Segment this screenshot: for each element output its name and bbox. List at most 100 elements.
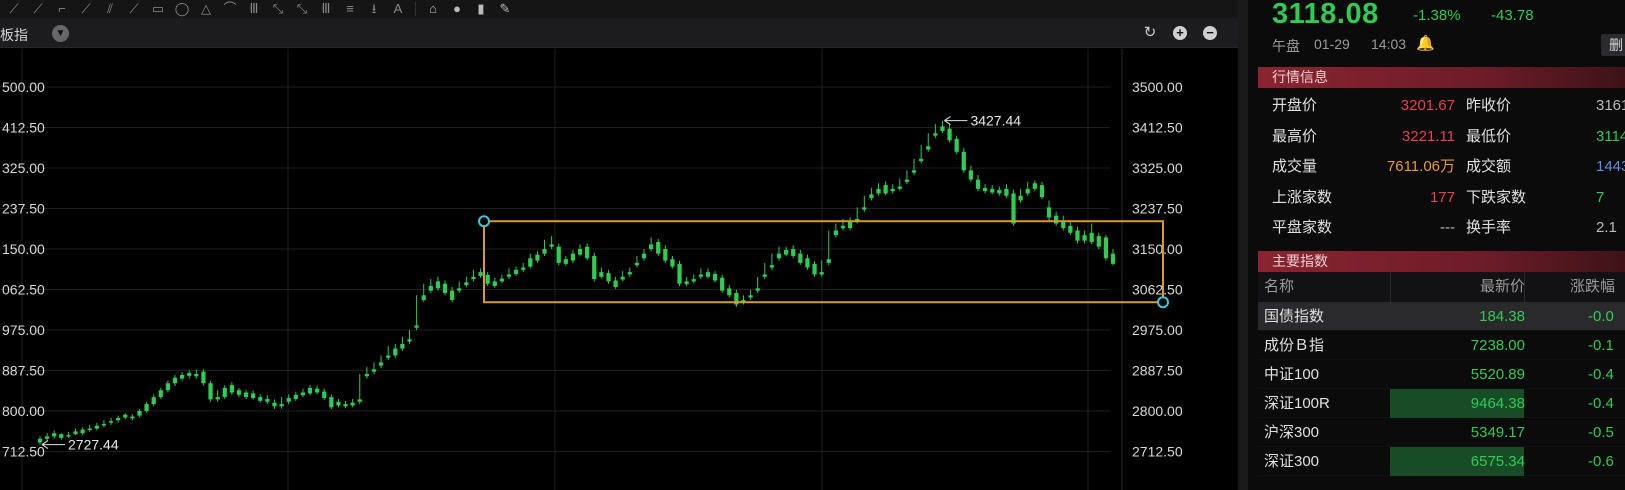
quote-value: 177 bbox=[1429, 188, 1455, 206]
candle-body bbox=[1004, 188, 1009, 196]
index-price: 9464.38 bbox=[1470, 395, 1525, 412]
fibonacci-tool-icon[interactable]: Ⅲ bbox=[244, 1, 264, 17]
y-axis-tick-left: 712.50 bbox=[2, 444, 45, 460]
column-name[interactable]: 名称 bbox=[1264, 272, 1294, 302]
candle-body bbox=[322, 391, 327, 399]
column-change[interactable]: 涨跌幅 bbox=[1570, 272, 1615, 302]
segment-tool-icon[interactable]: ⌐ bbox=[52, 1, 72, 17]
candle-body bbox=[798, 253, 803, 263]
rectangle-tool-icon[interactable]: ▭ bbox=[148, 1, 168, 17]
candle-body bbox=[776, 253, 782, 259]
candle-body bbox=[499, 278, 505, 282]
channel-tool-icon[interactable]: ⫽ bbox=[100, 1, 120, 17]
candle-body bbox=[919, 158, 924, 162]
ray-tool-icon[interactable]: ⟋ bbox=[28, 1, 48, 17]
quote-label: 最低价 bbox=[1466, 127, 1512, 145]
index-row[interactable]: 成份Ｂ指 7238.00 -0.1 bbox=[1258, 331, 1625, 360]
candle-body bbox=[513, 269, 519, 274]
levels-tool-icon[interactable]: ≡ bbox=[340, 1, 360, 17]
candle-body bbox=[847, 221, 853, 229]
candle-body bbox=[968, 170, 974, 180]
quote-value: 3221.11 bbox=[1401, 127, 1455, 145]
circle-tool-icon[interactable]: ◯ bbox=[172, 1, 192, 17]
candle-body bbox=[44, 436, 50, 439]
candle-body bbox=[179, 374, 185, 379]
index-row[interactable]: 深证100R 9464.38 -0.4 bbox=[1258, 389, 1625, 418]
index-name: 中证100 bbox=[1264, 366, 1320, 383]
candle-body bbox=[286, 398, 291, 402]
candle-body bbox=[421, 295, 426, 300]
candle-body bbox=[236, 390, 242, 395]
candle-body bbox=[712, 273, 718, 281]
index-row[interactable]: 国债指数 184.38 -0.0 bbox=[1258, 302, 1625, 331]
arc-tool-icon[interactable]: ⌒ bbox=[220, 1, 240, 17]
candle-body bbox=[258, 397, 263, 401]
candle-body bbox=[961, 151, 966, 171]
candle-body bbox=[1110, 253, 1116, 264]
trading-session: 午盘 bbox=[1272, 38, 1300, 54]
bell-icon[interactable]: 🔔 bbox=[1416, 34, 1435, 52]
delete-tool-icon[interactable]: ▮ bbox=[471, 1, 491, 17]
gann-tool-icon[interactable]: ⤡ bbox=[292, 1, 312, 17]
index-row[interactable]: 中证100 5520.89 -0.4 bbox=[1258, 360, 1625, 389]
candle-body bbox=[563, 259, 568, 264]
chevron-down-icon[interactable]: ▼ bbox=[52, 25, 69, 42]
text-tool-icon[interactable]: A bbox=[388, 1, 408, 17]
fan-tool-icon[interactable]: ⟋ bbox=[124, 1, 144, 17]
candle-body bbox=[464, 282, 469, 286]
candle-body bbox=[272, 402, 277, 407]
index-row[interactable]: 深证300 6575.34 -0.6 bbox=[1258, 447, 1625, 476]
y-axis-tick-left: 975.00 bbox=[2, 322, 45, 338]
candle-body bbox=[648, 244, 654, 249]
candle-body bbox=[812, 263, 817, 275]
cycle-tool-icon[interactable]: Ⅲ bbox=[316, 1, 336, 17]
index-row[interactable]: 沪深300 5349.17 -0.5 bbox=[1258, 418, 1625, 447]
triangle-tool-icon[interactable]: △ bbox=[196, 1, 216, 17]
candle-body bbox=[393, 348, 398, 356]
candle-body bbox=[1039, 185, 1045, 198]
quote-value: --- bbox=[1440, 219, 1455, 236]
refresh-icon[interactable]: ↻ bbox=[1141, 24, 1159, 42]
pen-tool-icon[interactable]: ✎ bbox=[495, 1, 515, 17]
candle-body bbox=[1082, 235, 1087, 241]
zoom-out-icon[interactable]: − bbox=[1201, 24, 1219, 42]
column-divider bbox=[1390, 272, 1391, 302]
y-axis-tick-left: 062.50 bbox=[2, 282, 45, 298]
polyline-tool-icon[interactable]: ⟋ bbox=[76, 1, 96, 17]
column-price[interactable]: 最新价 bbox=[1480, 272, 1525, 302]
zoom-in-icon[interactable]: + bbox=[1171, 24, 1189, 42]
candle-body bbox=[869, 194, 874, 199]
line-tool-icon[interactable]: ⟋ bbox=[4, 1, 24, 17]
quote-panel: 3118.08 -1.38% -43.78 午盘 01-29 14:03 🔔 删… bbox=[1238, 0, 1625, 490]
quote-label: 下跌家数 bbox=[1466, 188, 1527, 206]
candle-body bbox=[720, 277, 725, 291]
candle-body bbox=[684, 281, 689, 285]
quote-row: 成交量 7611.06万成交额 1443.5 bbox=[1258, 152, 1625, 182]
candle-body bbox=[172, 377, 178, 384]
change-percent: -1.38% bbox=[1413, 7, 1461, 24]
candle-body bbox=[933, 133, 938, 136]
speed-line-tool-icon[interactable]: ⤡ bbox=[268, 1, 288, 17]
candle-body bbox=[890, 188, 895, 192]
candle-body bbox=[791, 249, 796, 256]
candle-body bbox=[336, 401, 341, 406]
candle-body bbox=[80, 429, 85, 434]
index-change: -0.4 bbox=[1588, 366, 1614, 383]
y-axis-tick-right: 3062.50 bbox=[1132, 282, 1183, 298]
candle-body bbox=[698, 274, 703, 277]
quote-label: 成交量 bbox=[1272, 158, 1318, 175]
candlestick-chart[interactable]: 500.00 3500.00 412.50 3412.50 325.00 3325.00 2… bbox=[0, 49, 1238, 490]
candle-body bbox=[528, 258, 533, 267]
magnet-tool-icon[interactable]: ⌂ bbox=[423, 1, 443, 17]
palette-tool-icon[interactable]: ● bbox=[447, 1, 467, 17]
candle-body bbox=[208, 383, 213, 400]
candle-body bbox=[677, 263, 682, 284]
quote-date: 01-29 bbox=[1314, 36, 1350, 52]
candle-body bbox=[364, 373, 370, 377]
candle-body bbox=[478, 272, 483, 276]
down-arrow-tool-icon[interactable]: ⭳ bbox=[364, 1, 384, 17]
range-box-handle bbox=[1157, 296, 1169, 309]
remove-watchlist-button[interactable]: 删自 bbox=[1601, 34, 1625, 56]
index-change: -0.6 bbox=[1588, 453, 1614, 470]
candle-body bbox=[400, 343, 405, 349]
